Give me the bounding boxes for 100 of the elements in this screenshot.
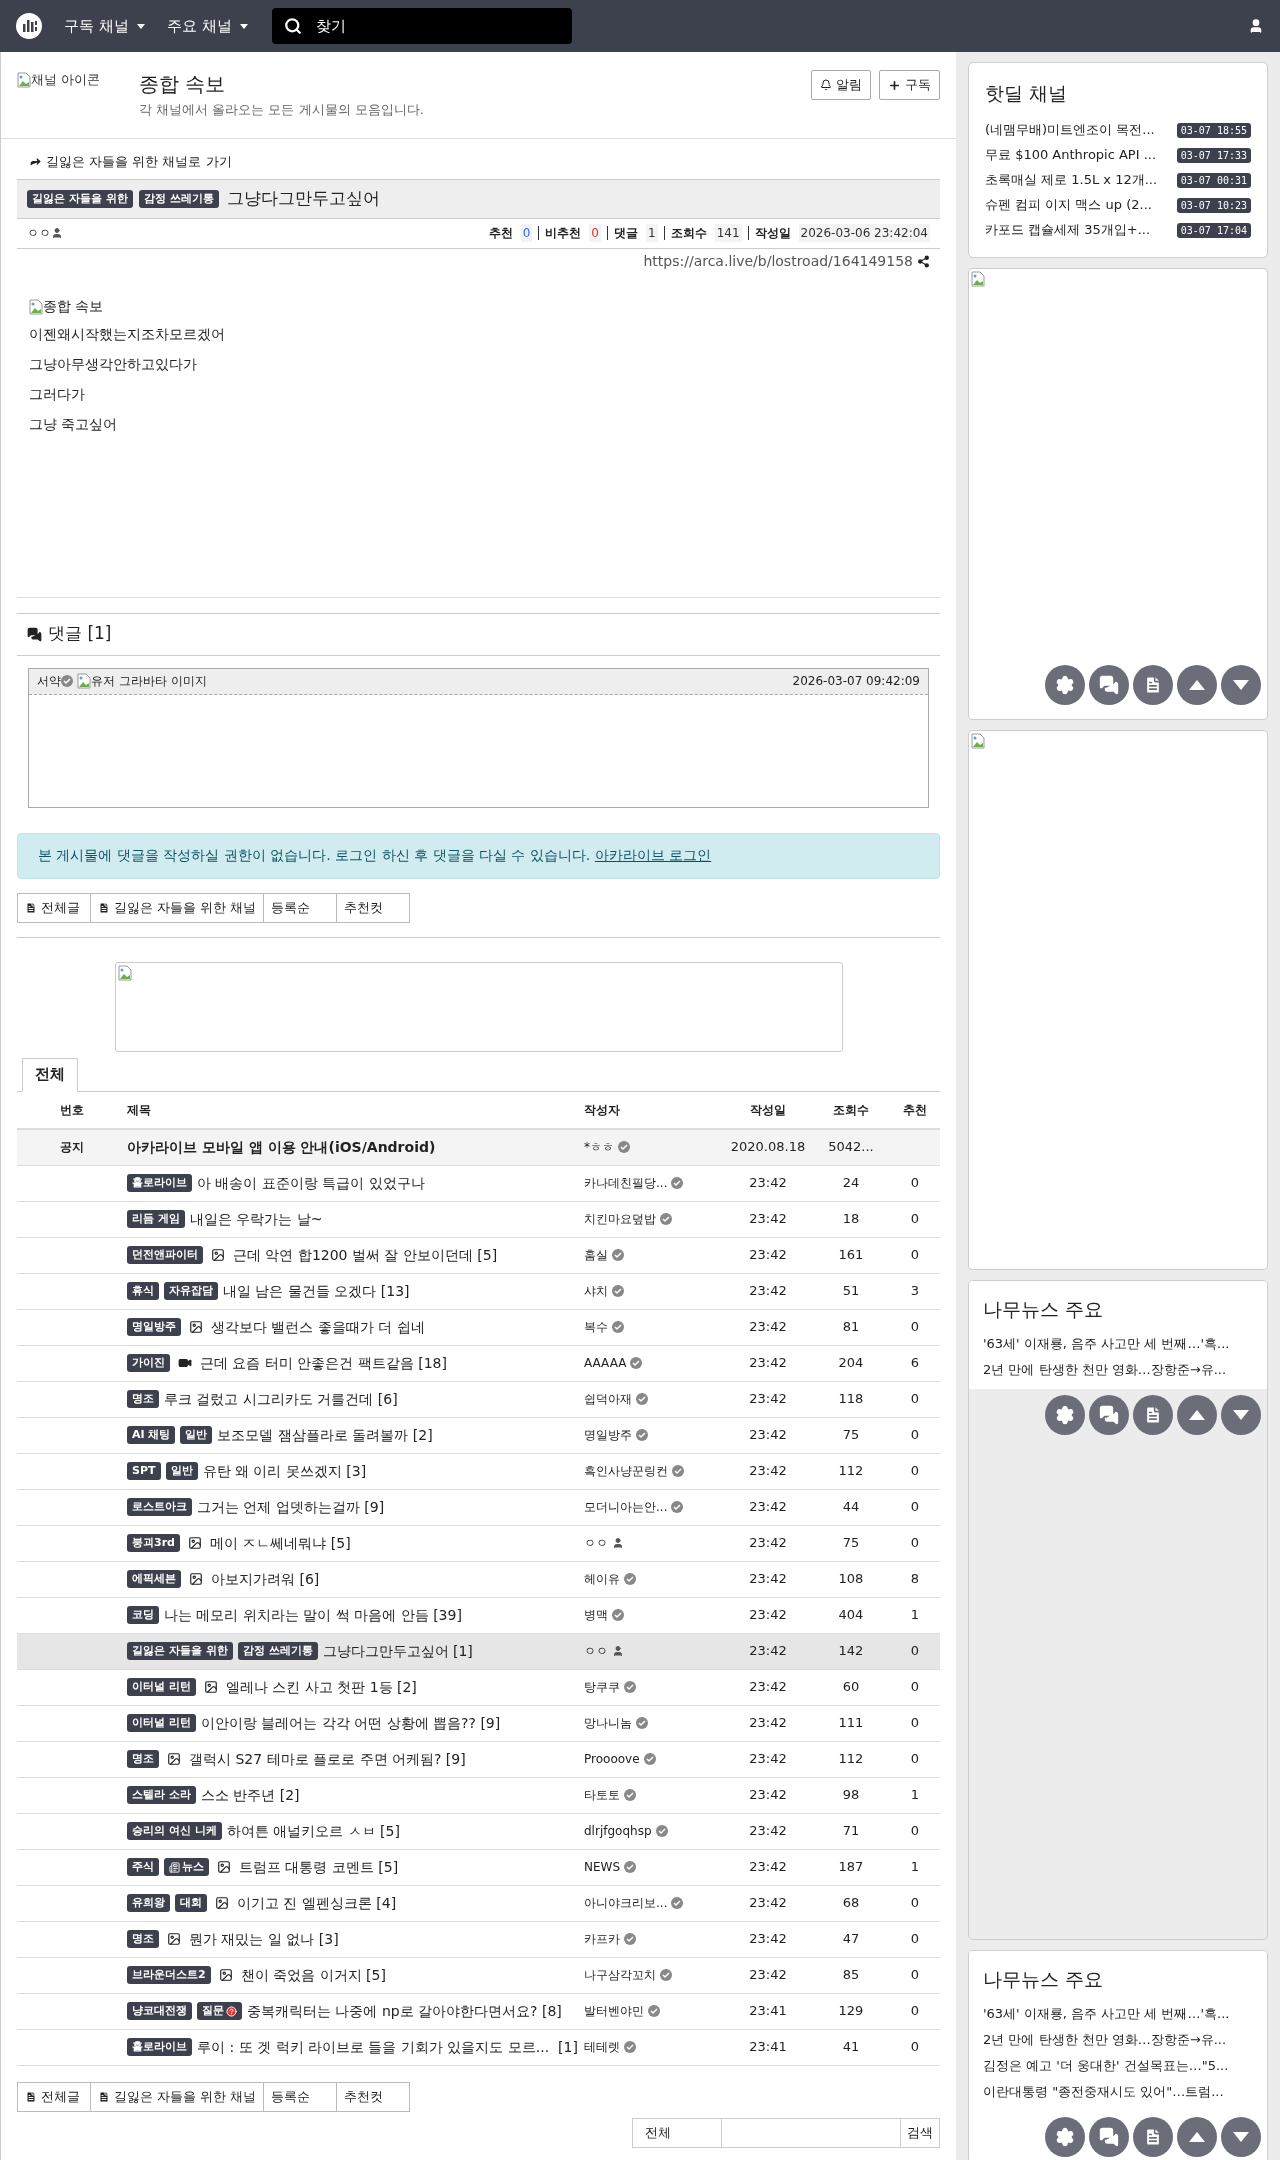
view-count: 129 xyxy=(837,2002,865,2021)
post-date: 23:42 xyxy=(748,1390,788,1409)
scroll-down-button[interactable] xyxy=(1221,2117,1261,2157)
news-link[interactable]: 2년 만에 탄생한 천만 영화…장항준→유... xyxy=(983,1357,1253,1383)
post-title-link[interactable]: 갤럭시 S27 테마로 플로로 주면 어케됨? [9] xyxy=(189,1748,466,1770)
like-count: 0 xyxy=(909,1966,921,1985)
post-title-link[interactable]: 뭔가 재밌는 일 없나 [3] xyxy=(189,1928,339,1950)
news-link[interactable]: 이란대통령 "종전중재시도 있어"…트럼... xyxy=(983,2079,1253,2105)
post-title-link[interactable]: 내일은 우락가는 날~ xyxy=(189,1208,323,1230)
author-name: 테테렛 xyxy=(584,2039,620,2056)
list-button[interactable] xyxy=(1133,2117,1173,2157)
list-button[interactable]: 전체글 xyxy=(17,2081,91,2112)
list-button[interactable]: 등록순 xyxy=(263,892,338,923)
post-url[interactable]: https://arca.live/b/lostroad/164149158 xyxy=(643,251,913,272)
post-title-link[interactable]: 메이 ㅈㄴ쎄네뭐냐 [5] xyxy=(209,1532,351,1554)
post-text: 그러다가 xyxy=(29,384,86,404)
view-count: 112 xyxy=(837,1462,865,1481)
column-header: 번호 xyxy=(59,1101,85,1119)
scroll-down-button[interactable] xyxy=(1221,664,1261,705)
news-link[interactable]: 김정은 예고 '더 웅대한' 건설목표는…"5... xyxy=(983,2053,1253,2079)
post-title-link[interactable]: 스소 반주년 [2] xyxy=(200,1784,300,1806)
view-count: 75 xyxy=(841,1426,861,1445)
user-icon[interactable] xyxy=(1248,18,1264,34)
notice-text: 본 게시물에 댓글을 작성하실 권한이 없습니다. 로그인 하신 후 댓글을 다실 수 있습니다. 아카라이브 로그인 xyxy=(38,846,712,865)
post-title-link[interactable]: 이안이랑 블레어는 각각 어떤 상황에 뽑음?? [9] xyxy=(200,1712,501,1734)
post-row[interactable]: 공지 아카라이브 모바일 앱 이용 안내(iOS/Android) *ㅎㅎ 2020.08.18 5042... xyxy=(17,1129,940,1166)
logo-icon[interactable] xyxy=(16,13,42,39)
list-button[interactable]: 길잃은 자들을 위한 채널 xyxy=(90,892,265,923)
view-count: 44 xyxy=(841,1498,861,1517)
post-title-link[interactable]: 내일 남은 물건들 오겠다 [13] xyxy=(223,1280,410,1302)
settings-button[interactable] xyxy=(1045,2117,1085,2157)
nav-menu[interactable]: 주요 채널 xyxy=(166,14,248,38)
scroll-down-button[interactable] xyxy=(1221,1395,1261,1435)
notice-title[interactable]: 아카라이브 모바일 앱 이용 안내(iOS/Android) xyxy=(127,1136,584,1158)
list-button[interactable]: 추천컷 xyxy=(336,2081,411,2112)
category-badge: 브라운더스트2 xyxy=(127,1966,211,1984)
share-icon[interactable] xyxy=(917,255,930,268)
post-title-link[interactable]: 루크 걸렀고 시그리카도 거를건데 [6] xyxy=(164,1388,398,1410)
post-title-link[interactable]: 하여튼 애널키오르 ㅅㅂ [5] xyxy=(226,1820,400,1842)
post-title-link[interactable]: 생각보다 밸런스 좋을때가 더 쉽네 xyxy=(211,1316,425,1338)
hotdeal-link[interactable]: 무료 $100 Anthropic API ... xyxy=(985,145,1157,165)
post-date: 23:42 xyxy=(748,1822,788,1841)
view-count: 85 xyxy=(841,1966,861,1985)
news-link[interactable]: 2년 만에 탄생한 천만 영화…장항준→유... xyxy=(983,2027,1253,2053)
hotdeal-link[interactable]: (네맴무배)미트엔조이 목전... xyxy=(985,120,1155,140)
category-badge: 명일방주 xyxy=(127,1318,181,1336)
post-title-link[interactable]: 중복캐릭터는 나중에 np로 갈아야한다면서요? [8] xyxy=(247,2000,562,2022)
column-header: 작성일 xyxy=(749,1101,787,1119)
post-title-link[interactable]: 챈이 죽었음 이거지 [5] xyxy=(240,1964,386,1986)
channel-button[interactable]: 알림 xyxy=(811,70,871,100)
down-triangle-icon xyxy=(1233,2132,1249,2142)
post-title-link[interactable]: 이기고 진 엘펜싱크론 [4] xyxy=(237,1892,397,1914)
search-button[interactable]: 검색 xyxy=(900,2117,940,2148)
scroll-up-button[interactable] xyxy=(1177,2117,1217,2157)
list-button[interactable]: 등록순 xyxy=(263,2081,338,2112)
forward-arrow-icon xyxy=(29,155,42,168)
post-title-link[interactable]: 아보지가려워 [6] xyxy=(211,1568,320,1590)
comments-button[interactable] xyxy=(1089,2117,1129,2157)
post-title-link[interactable]: 그냥다그만두고싶어 [1] xyxy=(322,1640,473,1662)
post-title-link[interactable]: 보조모델 잼삼플라로 돌려볼까 [2] xyxy=(217,1424,433,1446)
search-field[interactable]: 찾기 xyxy=(271,8,572,44)
list-button[interactable] xyxy=(1133,1395,1173,1435)
post-title-link[interactable]: 근데 악연 합1200 벌써 잘 안보이던데 [5] xyxy=(233,1244,498,1266)
list-button[interactable]: 길잃은 자들을 위한 채널 xyxy=(90,2081,265,2112)
hotdeal-link[interactable]: 슈펜 컴피 이지 맥스 up (2... xyxy=(985,195,1152,215)
broken-image-icon xyxy=(29,298,43,315)
post-title-link[interactable]: 그거는 언제 업뎃하는걸까 [9] xyxy=(197,1496,385,1518)
settings-button[interactable] xyxy=(1045,664,1085,705)
stat-label: 댓글 xyxy=(614,225,638,242)
list-button[interactable]: 추천컷 xyxy=(336,892,411,923)
scroll-up-button[interactable] xyxy=(1177,1395,1217,1435)
scroll-up-button[interactable] xyxy=(1177,664,1217,705)
nav-menu[interactable]: 구독 채널 xyxy=(64,14,145,38)
search-scope-select[interactable]: 전체 xyxy=(632,2117,722,2148)
view-count: 18 xyxy=(841,1210,861,1229)
category-badge: 명조 xyxy=(127,1750,159,1768)
post-title-link[interactable]: 엘레나 스킨 사고 첫판 1등 [2] xyxy=(225,1676,417,1698)
list-button[interactable]: 전체글 xyxy=(17,892,91,923)
news-link[interactable]: '63세' 이재룡, 음주 사고만 세 번째…'흑... xyxy=(983,2001,1253,2027)
post-title-link[interactable]: 트럼프 대통령 코멘트 [5] xyxy=(239,1856,399,1878)
channel-link[interactable]: 길잃은 자들을 위한 채널로 가기 xyxy=(29,150,940,173)
like-count: 0 xyxy=(909,1174,921,1193)
news-link[interactable]: '63세' 이재룡, 음주 사고만 세 번째…'흑... xyxy=(983,1331,1253,1357)
list-tab[interactable]: 전체 xyxy=(22,1057,78,1092)
search-input[interactable] xyxy=(721,2117,901,2148)
hotdeal-link[interactable]: 초록매실 제로 1.5L x 12개... xyxy=(985,170,1158,190)
post-title-link[interactable]: 아 배송이 표준이랑 특급이 있었구나 xyxy=(197,1172,425,1194)
channel-button[interactable]: 구독 xyxy=(879,70,940,100)
list-button[interactable] xyxy=(1133,664,1173,705)
post-title-link[interactable]: 유탄 왜 이리 못쓰겠지 [3] xyxy=(202,1460,367,1482)
post-title-link[interactable]: 나는 메모리 위치라는 말이 썩 마음에 안듬 [39] xyxy=(164,1604,462,1626)
settings-button[interactable] xyxy=(1045,1395,1085,1435)
login-link[interactable]: 아카라이브 로그인 xyxy=(594,847,712,863)
post-row[interactable]: 길잃은 자들을 위한 감정 쓰레기통 그냥다그만두고싶어 [1] ㅇㅇ 23:42 142 0 xyxy=(17,1633,940,1670)
post-title-link[interactable]: 루이 : 또 겟 럭키 라이브로 들을 기회가 있을지도 모르... [1] xyxy=(197,2036,578,2058)
author-name: 아니야크리보... xyxy=(584,1895,668,1912)
post-title-link[interactable]: 근데 요즘 터미 안좋은건 팩트같음 [18] xyxy=(200,1352,447,1374)
comments-button[interactable] xyxy=(1089,664,1129,705)
hotdeal-link[interactable]: 카포드 캡슐세제 35개입+... xyxy=(985,220,1151,240)
comments-button[interactable] xyxy=(1089,1395,1129,1435)
